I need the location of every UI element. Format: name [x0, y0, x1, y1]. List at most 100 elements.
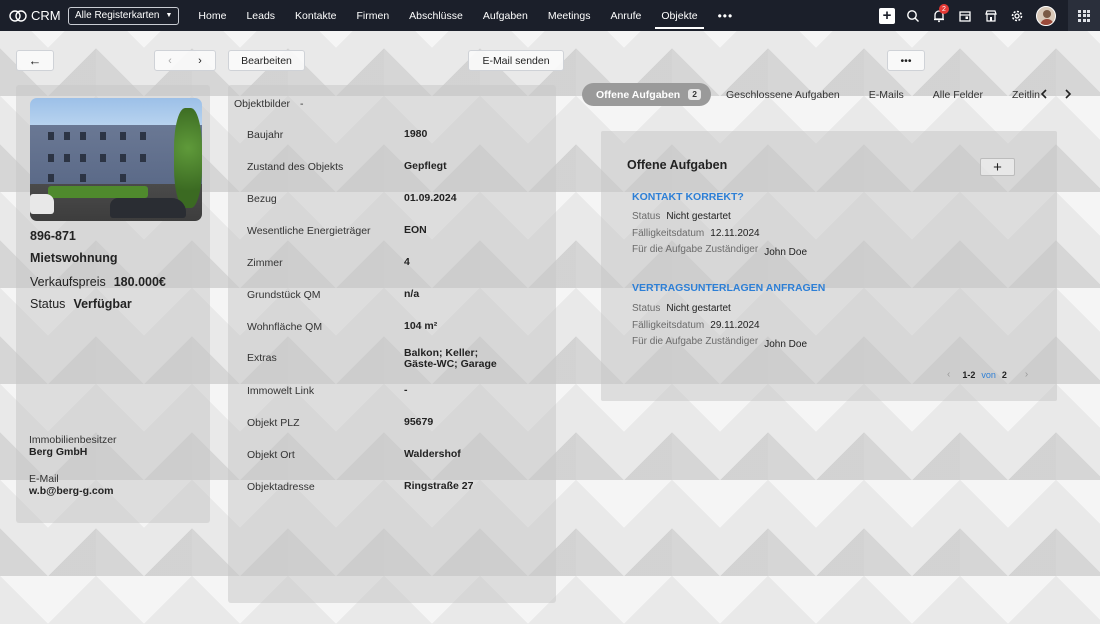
task-status-label: Status — [632, 211, 661, 222]
field-row: Objektadresse Ringstraße 27 — [247, 481, 547, 494]
nav-kontakte[interactable]: Kontakte — [285, 0, 346, 31]
nav-abschluesse[interactable]: Abschlüsse — [399, 0, 473, 31]
tabs-scroll-right-button[interactable] — [1061, 86, 1075, 102]
add-task-button[interactable]: + — [980, 158, 1015, 176]
next-record-icon[interactable]: › — [198, 55, 202, 67]
field-value[interactable]: 4 — [404, 257, 524, 269]
next-page-icon[interactable]: › — [1025, 369, 1028, 380]
record-summary-panel: 896-871 Mietswohnung Verkaufspreis 180.00… — [16, 85, 210, 523]
send-email-button[interactable]: E-Mail senden — [468, 50, 564, 71]
images-label: Objektbilder — [234, 98, 291, 110]
store-icon — [985, 9, 997, 22]
notifications-button[interactable]: 2 — [926, 0, 952, 31]
field-value[interactable]: 104 m² — [404, 321, 524, 333]
task-status-label: Status — [632, 303, 661, 314]
user-avatar[interactable] — [1036, 5, 1056, 26]
property-photo — [30, 98, 202, 221]
tab-open-tasks-label: Offene Aufgaben — [596, 88, 681, 101]
owner-value[interactable]: Berg GmbH — [29, 446, 87, 458]
tab-all-fields[interactable]: Alle Felder — [904, 89, 983, 101]
all-tabs-label: Alle Registerkarten — [75, 10, 160, 21]
nav-objekte[interactable]: Objekte — [651, 0, 707, 31]
email-value[interactable]: w.b@berg-g.com — [29, 485, 114, 497]
field-value[interactable]: - — [404, 385, 524, 397]
field-label: Wesentliche Energieträger — [247, 225, 371, 237]
field-row: Bezug 01.09.2024 — [247, 193, 547, 206]
nav-home[interactable]: Home — [188, 0, 236, 31]
task-due-label: Fälligkeitsdatum — [632, 228, 705, 239]
task-owner-row: Für die Aufgabe Zuständiger John Doe — [632, 336, 808, 350]
tab-timeline[interactable]: Zeitlin — [983, 89, 1040, 101]
images-value: - — [300, 98, 304, 110]
field-row: Grundstück QM n/a — [247, 289, 547, 302]
main-nav: Home Leads Kontakte Firmen Abschlüsse Au… — [188, 0, 743, 31]
tab-closed-tasks[interactable]: Geschlossene Aufgaben — [711, 89, 840, 101]
task-title-link[interactable]: VERTRAGSUNTERLAGEN ANFRAGEN — [632, 282, 825, 294]
field-label: Bezug — [247, 193, 277, 205]
task-owner-row: Für die Aufgabe Zuständiger John Doe — [632, 244, 807, 258]
task-due-value: 12.11.2024 — [710, 228, 760, 239]
task-title-link[interactable]: KONTAKT KORREKT? — [632, 191, 744, 203]
field-label: Baujahr — [247, 129, 284, 141]
previous-record-icon[interactable]: ‹ — [168, 55, 172, 67]
price-row: Verkaufspreis 180.000€ — [30, 275, 166, 289]
apps-launcher[interactable] — [1068, 0, 1100, 31]
field-row: Objekt PLZ 95679 — [247, 417, 547, 430]
chevron-down-icon: ▼ — [165, 12, 173, 19]
related-tabs: Offene Aufgaben 2 Geschlossene Aufgaben … — [582, 83, 1040, 106]
top-icons: + 2 — [874, 0, 1100, 31]
field-value[interactable]: Waldershof — [404, 449, 524, 461]
all-tabs-dropdown[interactable]: Alle Registerkarten ▼ — [68, 6, 180, 25]
nav-firmen[interactable]: Firmen — [347, 0, 400, 31]
field-row: Baujahr 1980 — [247, 129, 547, 142]
nav-leads[interactable]: Leads — [236, 0, 285, 31]
top-navigation-bar: CRM Alle Registerkarten ▼ Home Leads Kon… — [0, 0, 1100, 31]
field-value[interactable]: 1980 — [404, 129, 524, 141]
field-row: Objekt Ort Waldershof — [247, 449, 547, 462]
task-due-value: 29.11.2024 — [710, 320, 760, 331]
task-owner-value: John Doe — [764, 339, 808, 350]
more-actions-button[interactable]: ••• — [887, 50, 925, 71]
crm-logo[interactable]: CRM — [9, 8, 65, 23]
tab-emails[interactable]: E-Mails — [840, 89, 904, 101]
field-value[interactable]: 95679 — [404, 417, 524, 429]
plus-icon: + — [993, 158, 1002, 176]
field-value[interactable]: 01.09.2024 — [404, 193, 524, 205]
back-button[interactable]: ← — [16, 50, 54, 71]
search-button[interactable] — [900, 0, 926, 31]
edit-button[interactable]: Bearbeiten — [228, 50, 305, 71]
nav-meetings[interactable]: Meetings — [538, 0, 601, 31]
field-label: Immowelt Link — [247, 385, 315, 397]
previous-page-icon[interactable]: ‹ — [947, 369, 950, 380]
calendar-button[interactable] — [952, 0, 978, 31]
quick-create-button[interactable]: + — [874, 0, 900, 31]
field-value[interactable]: EON — [404, 225, 524, 237]
gear-icon — [1011, 10, 1023, 21]
field-value[interactable]: Ringstraße 27 — [404, 481, 524, 493]
tabs-scroll-left-button[interactable] — [1037, 86, 1051, 102]
nav-more-button[interactable]: ••• — [708, 0, 744, 31]
field-label: Wohnfläche QM — [247, 321, 323, 333]
images-row: Objektbilder - — [234, 98, 304, 110]
app-name: CRM — [31, 8, 61, 23]
field-row: Extras Balkon; Keller; Gäste-WC; Garage — [247, 348, 547, 370]
marketplace-button[interactable] — [978, 0, 1004, 31]
status-value: Verfügbar — [73, 297, 132, 311]
owner-label: Immobilienbesitzer — [29, 434, 117, 446]
chevron-right-icon — [1065, 89, 1072, 99]
tab-open-tasks[interactable]: Offene Aufgaben 2 — [582, 83, 711, 106]
plus-icon: + — [879, 7, 895, 24]
task-owner-label: Für die Aufgabe Zuständiger — [632, 244, 759, 255]
field-value[interactable]: Balkon; Keller; Gäste-WC; Garage — [404, 348, 512, 370]
price-value: 180.000€ — [113, 275, 166, 289]
field-value[interactable]: Gepflegt — [404, 161, 524, 173]
task-status-value: Nicht gestartet — [666, 303, 731, 314]
task-status-value: Nicht gestartet — [666, 211, 731, 222]
nav-aufgaben[interactable]: Aufgaben — [473, 0, 538, 31]
field-row: Immowelt Link - — [247, 385, 547, 398]
nav-anrufe[interactable]: Anrufe — [600, 0, 651, 31]
pager-total: 2 — [1001, 369, 1007, 380]
field-value[interactable]: n/a — [404, 289, 524, 301]
settings-button[interactable] — [1004, 0, 1030, 31]
field-label: Zimmer — [247, 257, 283, 269]
